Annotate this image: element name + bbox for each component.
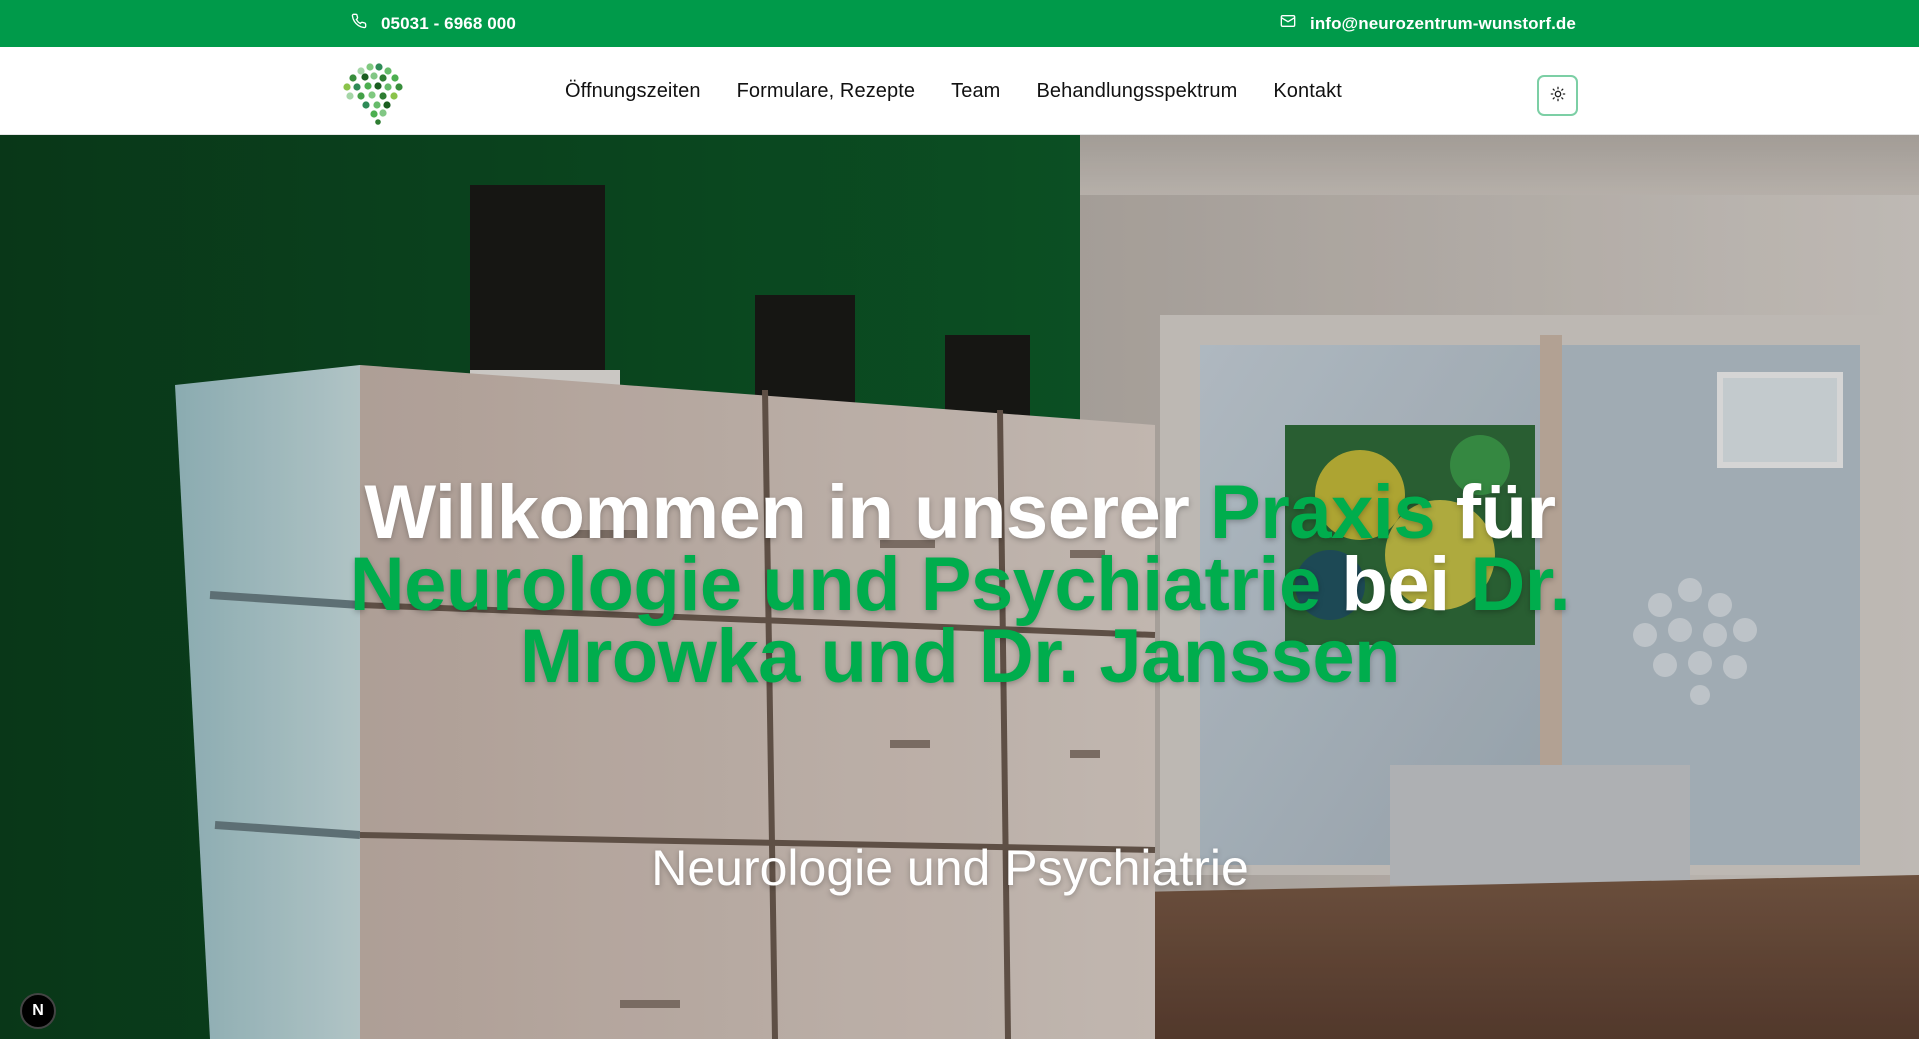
nav-item-formulare-rezepte[interactable]: Formulare, Rezepte xyxy=(737,80,916,103)
nav-links: Öffnungszeiten Formulare, Rezepte Team B… xyxy=(565,47,1342,135)
nav-item-kontakt[interactable]: Kontakt xyxy=(1273,80,1342,103)
dev-tools-badge[interactable]: N xyxy=(20,993,56,1029)
email-link[interactable]: info@neurozentrum-wunstorf.de xyxy=(1280,0,1576,47)
sun-icon xyxy=(1550,86,1566,105)
theme-toggle-button[interactable] xyxy=(1537,75,1578,116)
main-navbar: Öffnungszeiten Formulare, Rezepte Team B… xyxy=(0,47,1919,135)
nav-item-behandlungsspektrum[interactable]: Behandlungsspektrum xyxy=(1036,80,1237,103)
nav-item-oeffnungszeiten[interactable]: Öffnungszeiten xyxy=(565,80,701,103)
phone-link[interactable]: 05031 - 6968 000 xyxy=(351,0,516,47)
hero-title: Willkommen in unserer Praxis für Neurolo… xyxy=(340,475,1580,695)
phone-number: 05031 - 6968 000 xyxy=(381,13,516,33)
phone-icon xyxy=(351,13,367,34)
mail-icon xyxy=(1280,13,1296,34)
top-contact-bar: 05031 - 6968 000 info@neurozentrum-wunst… xyxy=(0,0,1919,47)
brain-dots-logo[interactable] xyxy=(340,61,408,125)
email-address: info@neurozentrum-wunstorf.de xyxy=(1310,13,1576,33)
hero-subtitle: Neurologie und Psychiatrie xyxy=(651,840,1249,896)
nav-item-team[interactable]: Team xyxy=(951,80,1000,103)
